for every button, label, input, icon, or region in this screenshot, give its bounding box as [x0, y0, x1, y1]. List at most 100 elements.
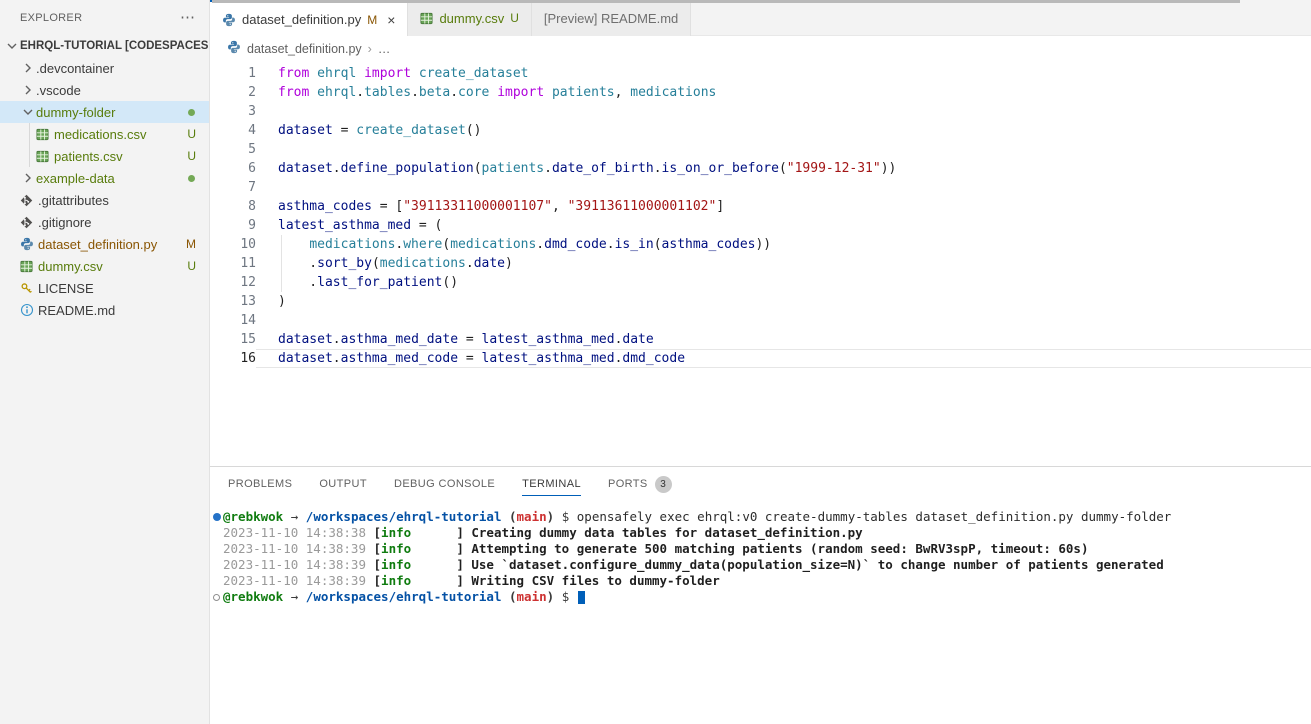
- terminal-git-branch: main: [517, 589, 547, 604]
- git-file-icon: [20, 193, 38, 208]
- line-number[interactable]: 7: [210, 178, 256, 197]
- line-number[interactable]: 3: [210, 102, 256, 121]
- code-token: =: [333, 123, 356, 138]
- chevron-down-icon: [20, 104, 36, 120]
- breadcrumb-file[interactable]: dataset_definition.py: [247, 42, 362, 56]
- panel-tab-ports[interactable]: PORTS3: [608, 467, 672, 501]
- line-number[interactable]: 8: [210, 197, 256, 216]
- line-number[interactable]: 4: [210, 121, 256, 140]
- code-line-content[interactable]: [256, 311, 1311, 330]
- code-token: import: [497, 85, 544, 100]
- code-token: medications: [630, 85, 716, 100]
- tree-item-dummy-folder[interactable]: dummy-folder: [0, 101, 209, 123]
- code-token: create_dataset: [356, 123, 466, 138]
- code-line-content[interactable]: asthma_codes = ["39113311000001107", "39…: [256, 197, 1311, 216]
- code-token: dataset: [278, 161, 333, 176]
- code-token: )): [755, 237, 771, 252]
- explorer-sidebar: EXPLORER ⋯ EHRQL-TUTORIAL [CODESPACES:..…: [0, 0, 210, 724]
- tree-item-gitignore[interactable]: .gitignore: [0, 211, 209, 233]
- breadcrumb-ellipsis[interactable]: …: [378, 42, 391, 56]
- terminal-log-line: 2023-11-10 14:38:38 [info ] Creating dum…: [210, 525, 1311, 541]
- code-line-content[interactable]: dataset.asthma_med_code = latest_asthma_…: [256, 349, 1311, 368]
- panel-tab-problems[interactable]: PROBLEMS: [228, 467, 292, 501]
- code-line-content[interactable]: .last_for_patient(): [256, 273, 1311, 292]
- code-token: ]: [716, 199, 724, 214]
- tree-item-gitattributes[interactable]: .gitattributes: [0, 189, 209, 211]
- code-token: asthma_med_date: [341, 332, 458, 347]
- tree-item-patients-csv[interactable]: patients.csvU: [0, 145, 209, 167]
- code-line-content[interactable]: medications.where(medications.dmd_code.i…: [256, 235, 1311, 254]
- terminal[interactable]: @rebkwok → /workspaces/ehrql-tutorial (m…: [210, 501, 1311, 724]
- line-number[interactable]: 12: [210, 273, 256, 292]
- line-number[interactable]: 14: [210, 311, 256, 330]
- line-number[interactable]: 16: [210, 349, 256, 368]
- tree-item-vscode[interactable]: .vscode: [0, 79, 209, 101]
- more-actions-icon[interactable]: ⋯: [180, 13, 195, 23]
- code-token: latest_asthma_med: [482, 351, 615, 366]
- code-line-content[interactable]: dataset.define_population(patients.date_…: [256, 159, 1311, 178]
- breadcrumb[interactable]: dataset_definition.py › …: [210, 36, 1311, 61]
- csv-file-icon: [36, 149, 54, 164]
- tree-root-ehrql-tutorial[interactable]: EHRQL-TUTORIAL [CODESPACES:...: [0, 35, 209, 57]
- line-number[interactable]: 15: [210, 330, 256, 349]
- tree-item-devcontainer[interactable]: .devcontainer: [0, 57, 209, 79]
- panel-tab-debug-console[interactable]: DEBUG CONSOLE: [394, 467, 495, 501]
- line-number[interactable]: 9: [210, 216, 256, 235]
- panel-tab-output[interactable]: OUTPUT: [319, 467, 367, 501]
- code-line-content[interactable]: [256, 178, 1311, 197]
- code-token: "1999-12-31": [787, 161, 881, 176]
- tree-item-dummy-csv[interactable]: dummy.csvU: [0, 255, 209, 277]
- line-number[interactable]: 1: [210, 64, 256, 83]
- terminal-bracket-close: ]: [456, 525, 471, 540]
- code-token: =: [458, 332, 481, 347]
- terminal-prompt-line: @rebkwok → /workspaces/ehrql-tutorial (m…: [210, 589, 1311, 605]
- line-number[interactable]: 10: [210, 235, 256, 254]
- terminal-line-text: 2023-11-10 14:38:38 [info ] Creating dum…: [223, 525, 863, 541]
- chevron-right-icon: [20, 60, 36, 76]
- code-line-content[interactable]: from ehrql.tables.beta.core import patie…: [256, 83, 1311, 102]
- info-icon: [20, 303, 38, 318]
- file-tree: EHRQL-TUTORIAL [CODESPACES:... .devconta…: [0, 35, 209, 724]
- tab-preview-readme-md[interactable]: [Preview] README.md: [532, 0, 691, 36]
- code-line-content[interactable]: from ehrql import create_dataset: [256, 64, 1311, 83]
- tree-item-medications-csv[interactable]: medications.csvU: [0, 123, 209, 145]
- line-number[interactable]: 13: [210, 292, 256, 311]
- tab-dummy-csv[interactable]: dummy.csvU: [408, 0, 531, 36]
- tabbar-scrollbar[interactable]: [212, 0, 1240, 3]
- code-token: define_population: [341, 161, 474, 176]
- panel-tab-label: PROBLEMS: [228, 478, 292, 490]
- code-line-content[interactable]: dataset = create_dataset(): [256, 121, 1311, 140]
- code-line-content[interactable]: latest_asthma_med = (: [256, 216, 1311, 235]
- code-token: medications: [309, 237, 395, 252]
- terminal-log-message: Writing CSV files to dummy-folder: [471, 573, 719, 588]
- terminal-bracket-open: [: [374, 557, 382, 572]
- line-number[interactable]: 6: [210, 159, 256, 178]
- code-line-content[interactable]: [256, 102, 1311, 121]
- tree-item-readme-md[interactable]: README.md: [0, 299, 209, 321]
- tree-item-license[interactable]: LICENSE: [0, 277, 209, 299]
- close-icon[interactable]: ×: [387, 12, 395, 28]
- tree-item-label: .gitattributes: [38, 193, 209, 208]
- code-token: "39113311000001107": [403, 199, 552, 214]
- code-token: asthma_codes: [662, 237, 756, 252]
- code-line-content[interactable]: ): [256, 292, 1311, 311]
- code-line-content[interactable]: [256, 140, 1311, 159]
- tree-item-label: dataset_definition.py: [38, 237, 186, 252]
- tree-item-example-data[interactable]: example-data: [0, 167, 209, 189]
- panel-tab-terminal[interactable]: TERMINAL: [522, 467, 581, 501]
- terminal-timestamp: 2023-11-10 14:38:39: [223, 541, 374, 556]
- code-line-14: 14: [210, 311, 1311, 330]
- code-line-content[interactable]: dataset.asthma_med_date = latest_asthma_…: [256, 330, 1311, 349]
- tree-item-dataset-definition-py[interactable]: dataset_definition.pyM: [0, 233, 209, 255]
- code-token: patients: [482, 161, 545, 176]
- tab-dataset-definition-py[interactable]: dataset_definition.pyM×: [210, 0, 408, 37]
- code-token: latest_asthma_med: [278, 218, 411, 233]
- line-number[interactable]: 11: [210, 254, 256, 273]
- line-number[interactable]: 2: [210, 83, 256, 102]
- code-editor[interactable]: 1from ehrql import create_dataset2from e…: [210, 61, 1311, 466]
- terminal-log-level: info: [381, 541, 411, 556]
- code-token: where: [403, 237, 442, 252]
- line-number[interactable]: 5: [210, 140, 256, 159]
- terminal-dollar: $: [562, 589, 577, 604]
- code-line-content[interactable]: .sort_by(medications.date): [256, 254, 1311, 273]
